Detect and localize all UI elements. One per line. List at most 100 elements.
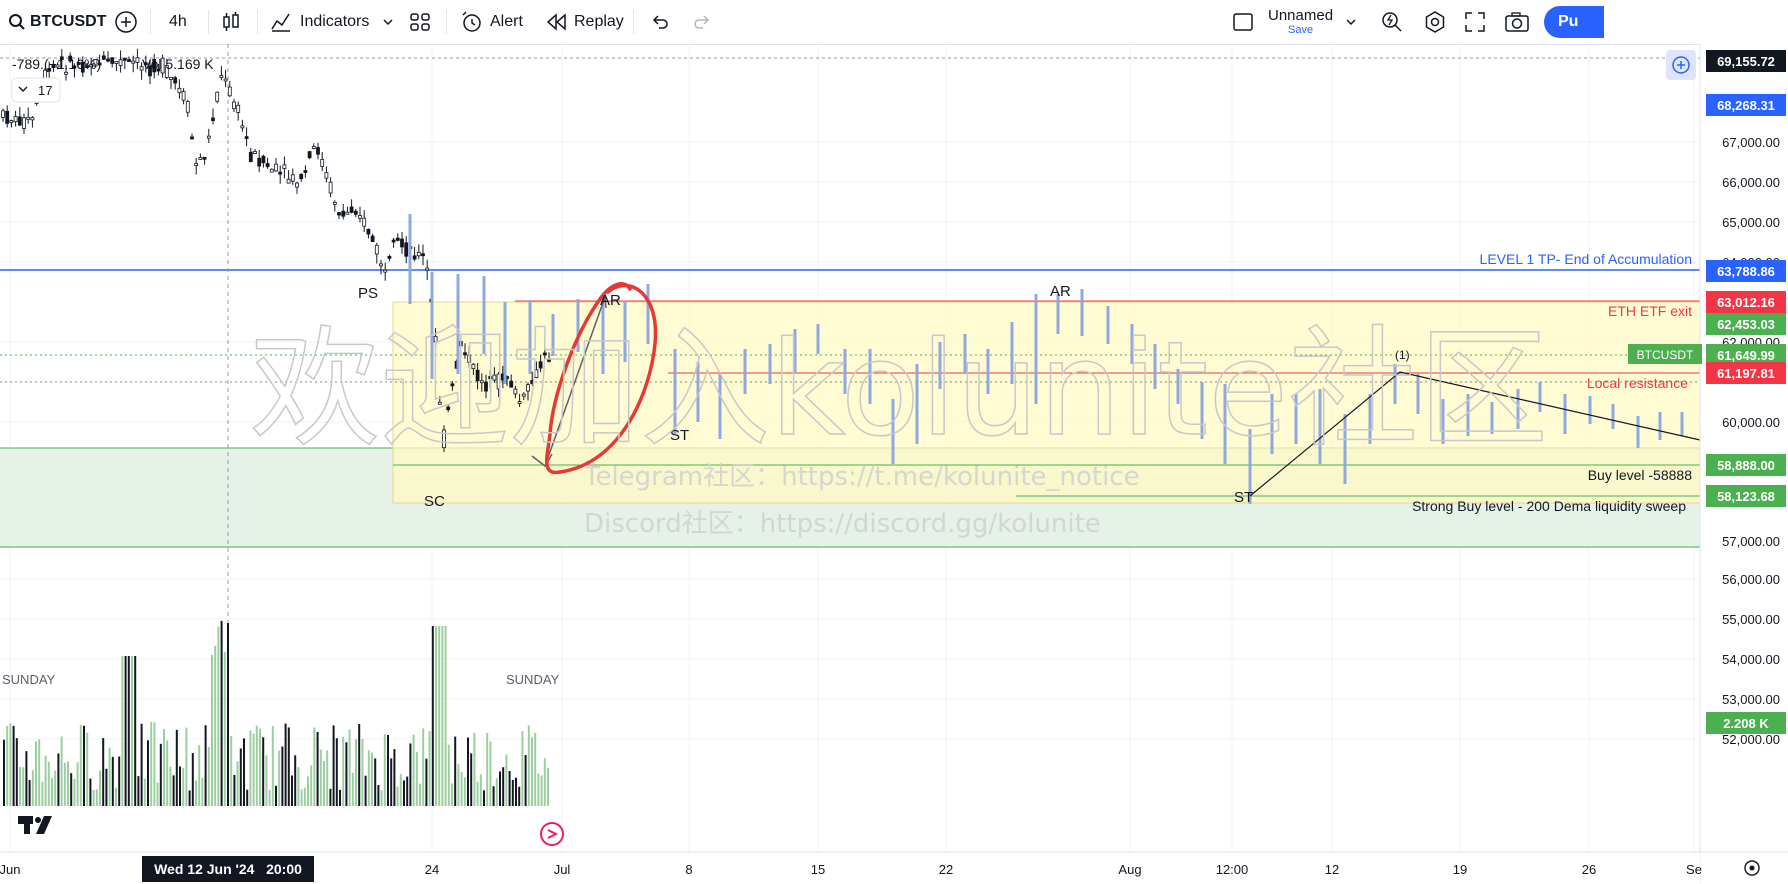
time-tick: 8	[685, 862, 692, 877]
interval-button[interactable]: 4h	[169, 0, 187, 44]
time-tick: 12	[1325, 862, 1339, 877]
publish-label: Pu	[1558, 13, 1579, 30]
crosshair-time-label: Wed 12 Jun '24 20:00	[142, 856, 314, 882]
undo-button[interactable]	[650, 0, 670, 44]
svg-text:BTCUSDT: BTCUSDT	[1637, 348, 1694, 362]
time-tick: 24	[425, 862, 439, 877]
svg-text:61,197.81: 61,197.81	[1717, 366, 1775, 381]
price-tick: 56,000.00	[1722, 572, 1780, 587]
add-alert-plus-button[interactable]	[1666, 50, 1696, 80]
tag-top-blue: 68,268.31	[1706, 94, 1786, 116]
square-icon	[1233, 13, 1253, 31]
price-tick: 66,000.00	[1722, 175, 1780, 190]
label-strong-buy: Strong Buy level - 200 Dema liquidity sw…	[1412, 498, 1686, 514]
legend-volume: Vol 5.169 K	[142, 56, 214, 72]
compare-button[interactable]	[114, 0, 138, 44]
svg-text:68,268.31: 68,268.31	[1717, 98, 1775, 113]
publish-button[interactable]: Pu	[1544, 6, 1604, 38]
camera-icon	[1505, 12, 1529, 32]
time-tick: 22	[939, 862, 953, 877]
replay-icon	[546, 13, 566, 31]
fullscreen-icon	[1465, 12, 1485, 32]
quick-search-button[interactable]	[1380, 0, 1404, 44]
time-tick: Aug	[1118, 862, 1141, 877]
watermark-main: 欢迎加入kolunite社区	[250, 313, 1548, 465]
tag-local-res: 61,197.81	[1706, 362, 1786, 384]
redo-icon	[694, 15, 710, 29]
indicators-dropdown[interactable]	[382, 0, 394, 44]
tag-buy: 58,888.00	[1706, 454, 1786, 476]
interval-label: 4h	[169, 13, 187, 30]
svg-text:58,123.68: 58,123.68	[1717, 489, 1775, 504]
symbol-label: BTCUSDT	[30, 13, 107, 30]
candles-icon	[223, 12, 239, 31]
label-eth-etf: ETH ETF exit	[1608, 303, 1692, 319]
svg-text:2.208 K: 2.208 K	[1723, 716, 1769, 731]
time-tick: 12:00	[1216, 862, 1249, 877]
price-tick: 67,000.00	[1722, 135, 1780, 150]
gear-icon	[1425, 11, 1445, 33]
tag-green1: 62,453.03	[1706, 313, 1786, 335]
layout-name: Unnamed	[1268, 7, 1334, 24]
label-buy-level: Buy level -58888	[1588, 467, 1693, 483]
plus-circle-icon	[115, 11, 137, 33]
svg-text:61,649.99: 61,649.99	[1717, 348, 1775, 363]
price-tick: 65,000.00	[1722, 215, 1780, 230]
tag-volume: 2.208 K	[1706, 712, 1786, 734]
legend-change: -789.(−1.16%)	[12, 56, 101, 72]
price-tick: 60,000.00	[1722, 415, 1780, 430]
indicators-label: Indicators	[300, 13, 370, 30]
svg-text:62,453.03: 62,453.03	[1717, 317, 1775, 332]
tag-strong-buy: 58,123.68	[1706, 485, 1786, 507]
indicators-button[interactable]: Indicators	[270, 0, 369, 44]
price-tick: 55,000.00	[1722, 612, 1780, 627]
time-tick: Se	[1686, 862, 1702, 877]
price-tick: 54,000.00	[1722, 652, 1780, 667]
lightning-search-icon	[1382, 12, 1402, 32]
label-ps: PS	[358, 285, 378, 302]
alert-button[interactable]: Alert	[460, 0, 523, 44]
fullscreen-button[interactable]	[1464, 0, 1486, 44]
layout-toggle[interactable]	[1232, 0, 1254, 44]
layout-name-button[interactable]: Unnamed Save	[1268, 0, 1333, 44]
time-tick: 19	[1453, 862, 1467, 877]
svg-text:63,788.86: 63,788.86	[1717, 264, 1775, 279]
label-local-res: Local resistance	[1587, 375, 1688, 391]
time-tick: 26	[1582, 862, 1596, 877]
price-chart[interactable]: PS SC AR ST AR ST (1) LEVEL 1 TP- End of…	[0, 44, 1788, 884]
indicators-collapse-button[interactable]: 17	[11, 77, 61, 103]
indicators-icon	[271, 13, 290, 32]
tag-crosshair: 69,155.72	[1706, 50, 1786, 72]
volume-day-labels: SUNDAY	[2, 672, 56, 687]
layout-dropdown[interactable]	[1345, 0, 1357, 44]
volume-bars	[3, 620, 549, 806]
label-volume-days: SUNDAY	[506, 672, 560, 687]
grid-icon	[410, 13, 430, 31]
snapshot-button[interactable]	[1504, 0, 1530, 44]
settings-button[interactable]	[1423, 0, 1447, 44]
chart-type-button[interactable]	[220, 0, 242, 44]
svg-text:63,012.16: 63,012.16	[1717, 295, 1775, 310]
replay-button[interactable]: Replay	[546, 0, 624, 44]
svg-text:69,155.72: 69,155.72	[1717, 54, 1775, 69]
replay-control-icon[interactable]	[540, 822, 564, 846]
undo-icon	[652, 15, 668, 29]
redo-button[interactable]	[692, 0, 712, 44]
price-tick: 57,000.00	[1722, 534, 1780, 549]
alert-label: Alert	[490, 13, 523, 30]
watermark-discord: Discord社区：https://discord.gg/kolunite	[584, 509, 1101, 539]
time-tick: 15	[811, 862, 825, 877]
symbol-search-button[interactable]: BTCUSDT	[8, 0, 106, 44]
price-tick: 53,000.00	[1722, 692, 1780, 707]
time-tick: Jul	[554, 862, 571, 877]
label-st2: ST	[1234, 489, 1253, 506]
search-icon	[9, 14, 25, 30]
top-toolbar: BTCUSDT 4h Indicators Alert Replay Unnam…	[0, 0, 1788, 45]
chevron-down-icon	[1346, 19, 1356, 26]
svg-text:Wed 12 Jun '24 20:00: Wed 12 Jun '24 20:00	[154, 861, 302, 877]
alarm-clock-icon	[462, 11, 481, 32]
label-ar1: AR	[600, 292, 621, 309]
tag-level1: 63,788.86	[1706, 260, 1786, 282]
templates-button[interactable]	[409, 0, 431, 44]
replay-label: Replay	[574, 13, 624, 30]
